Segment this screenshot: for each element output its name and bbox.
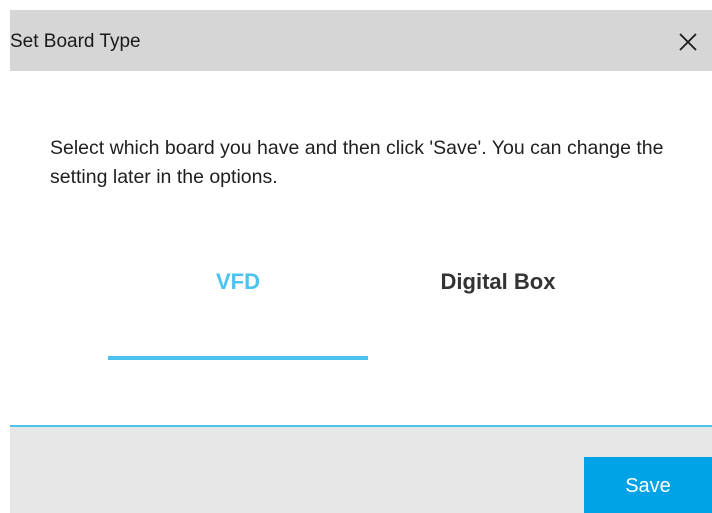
close-icon [679, 33, 697, 51]
selected-tab-indicator [108, 356, 368, 360]
tab-vfd-label: VFD [216, 269, 260, 294]
save-button[interactable]: Save [584, 457, 712, 513]
tab-vfd[interactable]: VFD [108, 250, 368, 365]
tab-digital-box-label: Digital Box [440, 269, 556, 294]
page: Set Board Type Select which board you ha… [0, 0, 712, 513]
instruction-text: Select which board you have and then cli… [50, 137, 664, 188]
dialog-footer: Save [10, 425, 712, 513]
tab-digital-box[interactable]: Digital Box [368, 250, 628, 365]
close-button[interactable] [664, 20, 712, 64]
dialog-titlebar: Set Board Type [10, 10, 712, 71]
set-board-type-dialog: Set Board Type Select which board you ha… [10, 10, 712, 513]
board-type-tabs: VFD Digital Box [108, 250, 628, 365]
dialog-title: Set Board Type [10, 31, 141, 52]
